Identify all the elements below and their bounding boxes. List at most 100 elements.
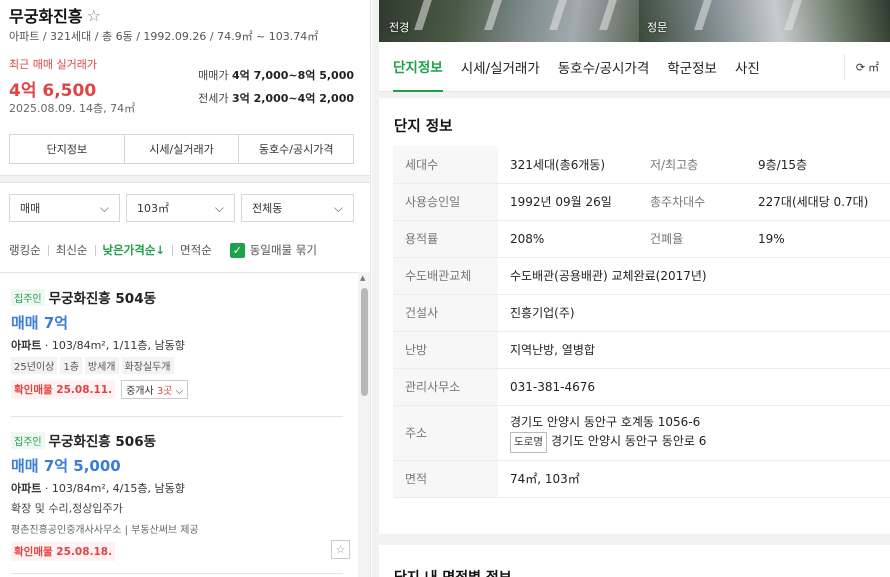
listing-spec: 아파트 · 103/84m², 4/15층, 남동향 xyxy=(11,480,355,496)
sort-lowest-price[interactable]: 낮은가격순↓ xyxy=(103,242,166,258)
listing-type: 아파트 xyxy=(11,339,42,352)
feature-tag: 방세개 xyxy=(84,357,119,374)
photo-exterior[interactable]: 전경 xyxy=(379,0,639,42)
complex-title-row: 무궁화진흥 ☆ xyxy=(9,3,101,27)
tab-price[interactable]: 시세/실거래가 xyxy=(461,42,540,92)
info-key: 총주차대수 xyxy=(638,183,746,221)
jibun-address: 경기도 안양시 동안구 호계동 1056-6 xyxy=(510,414,701,429)
tab-complex-info[interactable]: 단지정보 xyxy=(393,42,443,92)
brokers-count: 3곳 xyxy=(156,386,173,397)
brokers-dropdown[interactable]: 중개사 3곳 ⌵ xyxy=(121,380,189,399)
info-key: 세대수 xyxy=(393,146,498,184)
info-key: 건폐율 xyxy=(638,220,746,258)
info-row: 면적 74㎡, 103㎡ xyxy=(393,460,890,498)
info-key: 난방 xyxy=(393,331,498,369)
photo-building-stripe xyxy=(549,0,567,30)
tab-school[interactable]: 학군정보 xyxy=(667,42,717,92)
recent-trade-label: 최근 매매 실거래가 xyxy=(9,58,97,71)
group-same-listing-label[interactable]: 동일매물 묶기 xyxy=(250,242,317,258)
info-value: 74㎡, 103㎡ xyxy=(498,460,890,498)
sale-price-range: 매매가 4억 7,000~8억 5,000 xyxy=(198,67,354,83)
tab-photos[interactable]: 사진 xyxy=(735,42,760,92)
complex-panel: 무궁화진흥 ☆ 아파트 / 321세대 / 총 6동 / 1992.09.26 … xyxy=(0,0,371,577)
listing-type: 아파트 xyxy=(11,482,42,495)
listing-name: 무궁화진흥 506동 xyxy=(48,434,157,450)
info-value: 321세대(총6개동) xyxy=(498,146,638,184)
road-address: 경기도 안양시 동안구 동안로 6 xyxy=(550,433,707,448)
photo-gate[interactable]: 정문 xyxy=(639,0,890,42)
info-key: 용적률 xyxy=(393,220,498,258)
scrollbar-thumb[interactable] xyxy=(361,288,368,396)
listing-divider xyxy=(11,573,343,574)
info-key: 면적 xyxy=(393,460,498,498)
info-value: 227대(세대당 0.7대) xyxy=(746,183,890,221)
sort-ranking[interactable]: 랭킹순 xyxy=(9,242,41,258)
trade-type-select[interactable]: 매매 ⌵ xyxy=(9,194,120,222)
confirmed-listing-badge: 확인매물 25.08.18. xyxy=(11,542,116,561)
photo-label: 정문 xyxy=(647,21,668,34)
photo-strip: 전경 정문 xyxy=(379,0,890,42)
listing-price: 매매 7억 5,000 xyxy=(11,457,121,475)
sort-area[interactable]: 면적순 xyxy=(180,242,212,258)
info-key: 건설사 xyxy=(393,294,498,332)
feature-tag: 1층 xyxy=(60,357,82,374)
dong-select[interactable]: 전체동 ⌵ xyxy=(241,194,354,222)
favorite-star-icon[interactable]: ☆ xyxy=(331,540,350,559)
info-row-address: 주소 경기도 안양시 동안구 호계동 1056-6 도로명 경기도 안양시 동안구… xyxy=(393,405,890,461)
refresh-icon: ⟳ xyxy=(855,60,866,74)
road-address-badge: 도로명 xyxy=(510,431,547,453)
info-value: 19% xyxy=(746,220,890,258)
chevron-down-icon: ⌵ xyxy=(214,200,224,215)
photo-label: 전경 xyxy=(389,21,410,34)
info-row: 사용승인일 1992년 09월 26일 총주차대수 227대(세대당 0.7대) xyxy=(393,183,890,221)
listing-item[interactable]: 집주인 무궁화진흥 506동 매매 7억 5,000 아파트 · 103/84m²… xyxy=(0,430,355,561)
listing-scrollbar[interactable]: ▲ xyxy=(358,272,370,577)
info-value: 208% xyxy=(498,220,638,258)
area-select[interactable]: 103㎡ ⌵ xyxy=(126,194,235,222)
group-checkbox-icon[interactable]: ✓ xyxy=(229,242,245,258)
tab-unit-price[interactable]: 동호수/공시가격 xyxy=(558,42,650,92)
complex-title: 무궁화진흥 xyxy=(9,7,83,26)
sort-bar: 랭킹순 최신순 낮은가격순↓ 면적순 ✓ 동일매물 묶기 xyxy=(9,242,317,258)
photo-building-stripe xyxy=(414,0,432,30)
photo-building-stripe xyxy=(784,0,802,30)
left-tab-unit[interactable]: 동호수/공시가격 xyxy=(239,135,353,163)
left-tab-price[interactable]: 시세/실거래가 xyxy=(125,135,240,163)
sort-divider xyxy=(94,244,96,256)
left-tab-complex-info[interactable]: 단지정보 xyxy=(10,135,125,163)
listing-agent: 평촌진흥공인중개사사무소 | 부동산써브 제공 xyxy=(11,525,199,536)
listing-item[interactable]: 집주인 무궁화진흥 504동 매매 7억 아파트 · 103/84m², 1/11… xyxy=(0,287,355,399)
detail-panel: 전경 정문 단지정보 시세/실거래가 동호수/공시가격 학군정보 사진 ⟳ ㎡ … xyxy=(372,0,890,577)
chevron-down-icon: ⌵ xyxy=(172,386,184,397)
info-value: 진흥기업(주) xyxy=(498,294,890,332)
dong-value: 전체동 xyxy=(252,202,283,215)
info-key: 관리사무소 xyxy=(393,368,498,406)
section-divider xyxy=(0,175,370,183)
section-title: 단지 정보 xyxy=(394,119,453,135)
listing-name: 무궁화진흥 504동 xyxy=(48,291,157,307)
sort-latest[interactable]: 최신순 xyxy=(56,242,88,258)
chevron-down-icon: ⌵ xyxy=(333,200,343,215)
listing-description: 확장 및 수리,정상입주가 xyxy=(11,502,123,515)
info-row: 난방 지역난방, 열병합 xyxy=(393,331,890,369)
owner-tag: 집주인 xyxy=(11,431,45,449)
sort-divider xyxy=(172,244,174,256)
sale-range-value: 4억 7,000~8억 5,000 xyxy=(231,69,354,82)
listing-spec-detail: · 103/84m², 4/15층, 남동향 xyxy=(41,482,185,495)
listing-divider xyxy=(11,416,343,417)
listing-features: 25년이상 1층 방세개 화장실두개 xyxy=(11,357,355,374)
unit-toggle-label: ㎡ xyxy=(868,61,880,74)
favorite-star-icon[interactable]: ☆ xyxy=(87,6,101,25)
section-title: 단지 내 면적별 정보 xyxy=(394,567,512,577)
feature-tag: 화장실두개 xyxy=(121,357,174,374)
unit-toggle-button[interactable]: ⟳ ㎡ xyxy=(844,54,890,80)
photo-building-stripe xyxy=(694,0,712,30)
info-value: 031-381-4676 xyxy=(498,368,890,406)
recent-trade-price: 4억 6,500 xyxy=(9,81,97,101)
info-value: 지역난방, 열병합 xyxy=(498,331,890,369)
scroll-up-arrow-icon[interactable]: ▲ xyxy=(360,274,365,282)
listing-confirm-row: 확인매물 25.08.11. 중개사 3곳 ⌵ xyxy=(11,380,355,399)
info-row: 세대수 321세대(총6개동) 저/최고층 9층/15층 xyxy=(393,146,890,184)
jeonse-range-label: 전세가 xyxy=(198,92,229,105)
complex-info-section: 단지 정보 세대수 321세대(총6개동) 저/최고층 9층/15층 사용승인일… xyxy=(379,98,890,534)
